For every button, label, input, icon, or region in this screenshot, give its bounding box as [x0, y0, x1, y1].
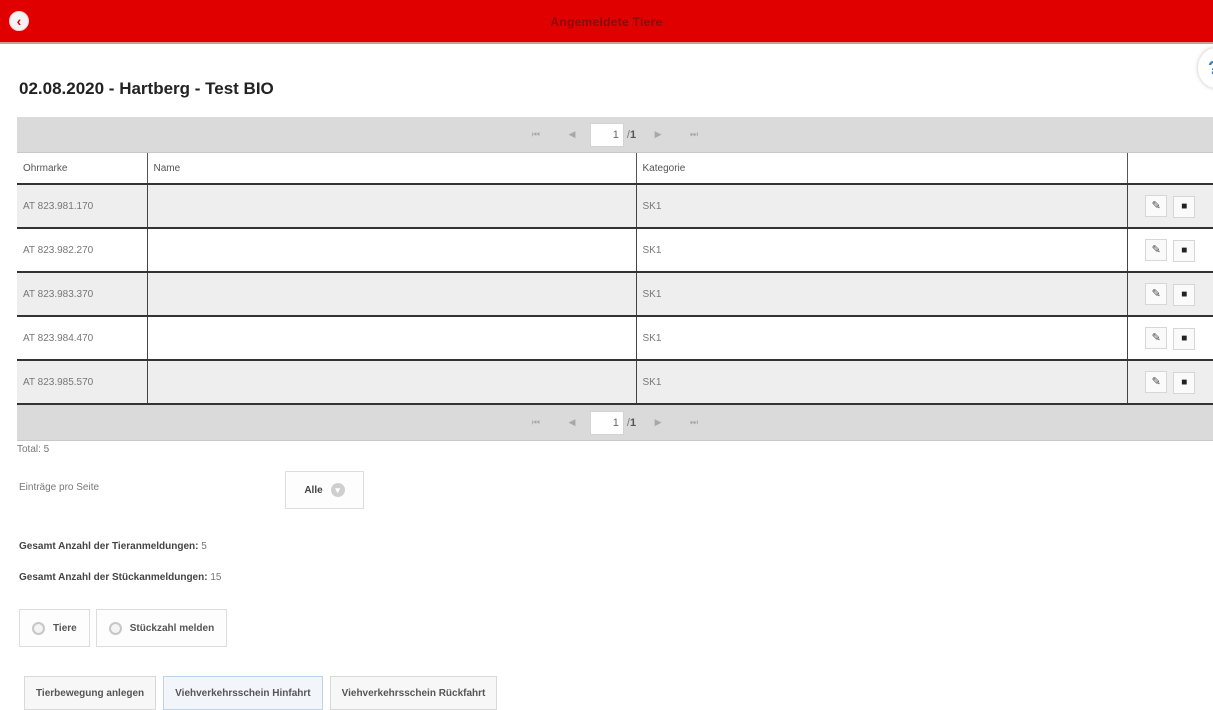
- chevron-down-icon: ▾: [330, 483, 345, 497]
- paginator-top: ⏮ ◀ 1 /1 ▶ ⏭: [17, 117, 1213, 153]
- page-title: 02.08.2020 - Hartberg - Test BIO: [19, 79, 274, 98]
- cell-actions: ✎ ■: [1127, 228, 1213, 273]
- cell-ohrmarke: AT 823.981.170: [17, 184, 148, 229]
- table-row[interactable]: AT 823.985.570 SK1 ✎ ■: [17, 360, 1213, 405]
- cell-name: [147, 184, 637, 229]
- last-page-icon[interactable]: ⏭: [681, 411, 707, 435]
- paginator-bottom: ⏮ ◀ 1 /1 ▶ ⏭: [17, 405, 1213, 441]
- cell-actions: ✎ ■: [1127, 360, 1213, 405]
- entries-per-page-label: Einträge pro Seite: [19, 482, 100, 493]
- edit-icon[interactable]: ✎: [1145, 326, 1168, 349]
- next-page-icon[interactable]: ▶: [645, 123, 671, 147]
- last-page-icon[interactable]: ⏭: [681, 123, 707, 147]
- cell-ohrmarke: AT 823.983.370: [17, 272, 148, 317]
- cell-kategorie: SK1: [636, 228, 1128, 273]
- table-row[interactable]: AT 823.981.170 SK1 ✎ ■: [17, 184, 1213, 229]
- table-header-row: Ohrmarke Name Kategorie: [17, 153, 1213, 185]
- return-transport-button[interactable]: Viehverkehrsschein Rückfahrt: [329, 676, 498, 710]
- cell-kategorie: SK1: [636, 184, 1128, 229]
- first-page-icon[interactable]: ⏮: [523, 411, 549, 435]
- radio-circle-icon: [108, 621, 122, 635]
- column-header-ohrmarke[interactable]: Ohrmarke: [17, 153, 148, 185]
- piece-registrations-value: 15: [210, 572, 222, 583]
- radio-stueckzahl-melden[interactable]: Stückzahl melden: [95, 609, 228, 647]
- next-page-icon[interactable]: ▶: [645, 411, 671, 435]
- outbound-transport-button[interactable]: Viehverkehrsschein Hinfahrt: [163, 676, 323, 710]
- action-bar: Tierbewegung anlegen Viehverkehrsschein …: [24, 676, 504, 710]
- trash-icon[interactable]: ■: [1173, 371, 1196, 394]
- prev-page-icon[interactable]: ◀: [559, 411, 585, 435]
- animals-table: Ohrmarke Name Kategorie AT 823.981.170 S…: [17, 153, 1213, 405]
- cell-actions: ✎ ■: [1127, 184, 1213, 229]
- animal-registrations-value: 5: [201, 541, 207, 552]
- help-icon[interactable]: ?: [1198, 48, 1213, 88]
- cell-name: [147, 316, 637, 361]
- registration-mode-group: Tiere Stückzahl melden: [19, 609, 233, 647]
- cell-ohrmarke: AT 823.984.470: [17, 316, 148, 361]
- trash-icon[interactable]: ■: [1173, 195, 1196, 218]
- edit-icon[interactable]: ✎: [1145, 238, 1168, 261]
- cell-actions: ✎ ■: [1127, 316, 1213, 361]
- table-row[interactable]: AT 823.983.370 SK1 ✎ ■: [17, 272, 1213, 317]
- animal-registrations-label: Gesamt Anzahl der Tieranmeldungen:: [19, 541, 199, 552]
- page-number-input[interactable]: 1: [589, 122, 624, 147]
- page-number-input[interactable]: 1: [589, 410, 624, 435]
- column-header-name[interactable]: Name: [147, 153, 637, 185]
- prev-page-icon[interactable]: ◀: [559, 123, 585, 147]
- cell-name: [147, 228, 637, 273]
- radio-stueckzahl-label: Stückzahl melden: [129, 622, 215, 634]
- radio-circle-icon: [32, 621, 45, 635]
- cell-kategorie: SK1: [636, 360, 1128, 405]
- cell-name: [147, 360, 637, 405]
- edit-icon[interactable]: ✎: [1145, 194, 1168, 217]
- page-total: /1: [626, 128, 637, 141]
- entries-per-page-value: Alle: [304, 484, 323, 496]
- app-title: Angemeldete Tiere: [550, 15, 663, 29]
- trash-icon[interactable]: ■: [1173, 283, 1196, 306]
- cell-name: [147, 272, 637, 317]
- cell-kategorie: SK1: [636, 272, 1128, 317]
- app-header: ‹ Angemeldete Tiere: [0, 0, 1213, 44]
- piece-registrations-label: Gesamt Anzahl der Stückanmeldungen:: [19, 572, 208, 583]
- total-count: Total: 5: [17, 444, 50, 455]
- edit-icon[interactable]: ✎: [1145, 370, 1168, 393]
- cell-ohrmarke: AT 823.985.570: [17, 360, 148, 405]
- create-movement-button[interactable]: Tierbewegung anlegen: [24, 676, 157, 710]
- column-header-kategorie[interactable]: Kategorie: [636, 153, 1128, 185]
- column-header-actions: [1127, 153, 1213, 185]
- edit-icon[interactable]: ✎: [1145, 282, 1168, 305]
- piece-registrations-total: Gesamt Anzahl der Stückanmeldungen: 15: [19, 572, 221, 583]
- first-page-icon[interactable]: ⏮: [523, 123, 549, 147]
- radio-tiere[interactable]: Tiere: [19, 609, 90, 647]
- table-row[interactable]: AT 823.982.270 SK1 ✎ ■: [17, 228, 1213, 273]
- radio-tiere-label: Tiere: [53, 622, 77, 634]
- trash-icon[interactable]: ■: [1173, 327, 1196, 350]
- cell-actions: ✎ ■: [1127, 272, 1213, 317]
- animal-registrations-total: Gesamt Anzahl der Tieranmeldungen: 5: [19, 541, 207, 552]
- page-total: /1: [626, 416, 637, 429]
- cell-ohrmarke: AT 823.982.270: [17, 228, 148, 273]
- cell-kategorie: SK1: [636, 316, 1128, 361]
- entries-per-page-select[interactable]: Alle ▾: [285, 471, 364, 509]
- table-row[interactable]: AT 823.984.470 SK1 ✎ ■: [17, 316, 1213, 361]
- trash-icon[interactable]: ■: [1173, 239, 1196, 262]
